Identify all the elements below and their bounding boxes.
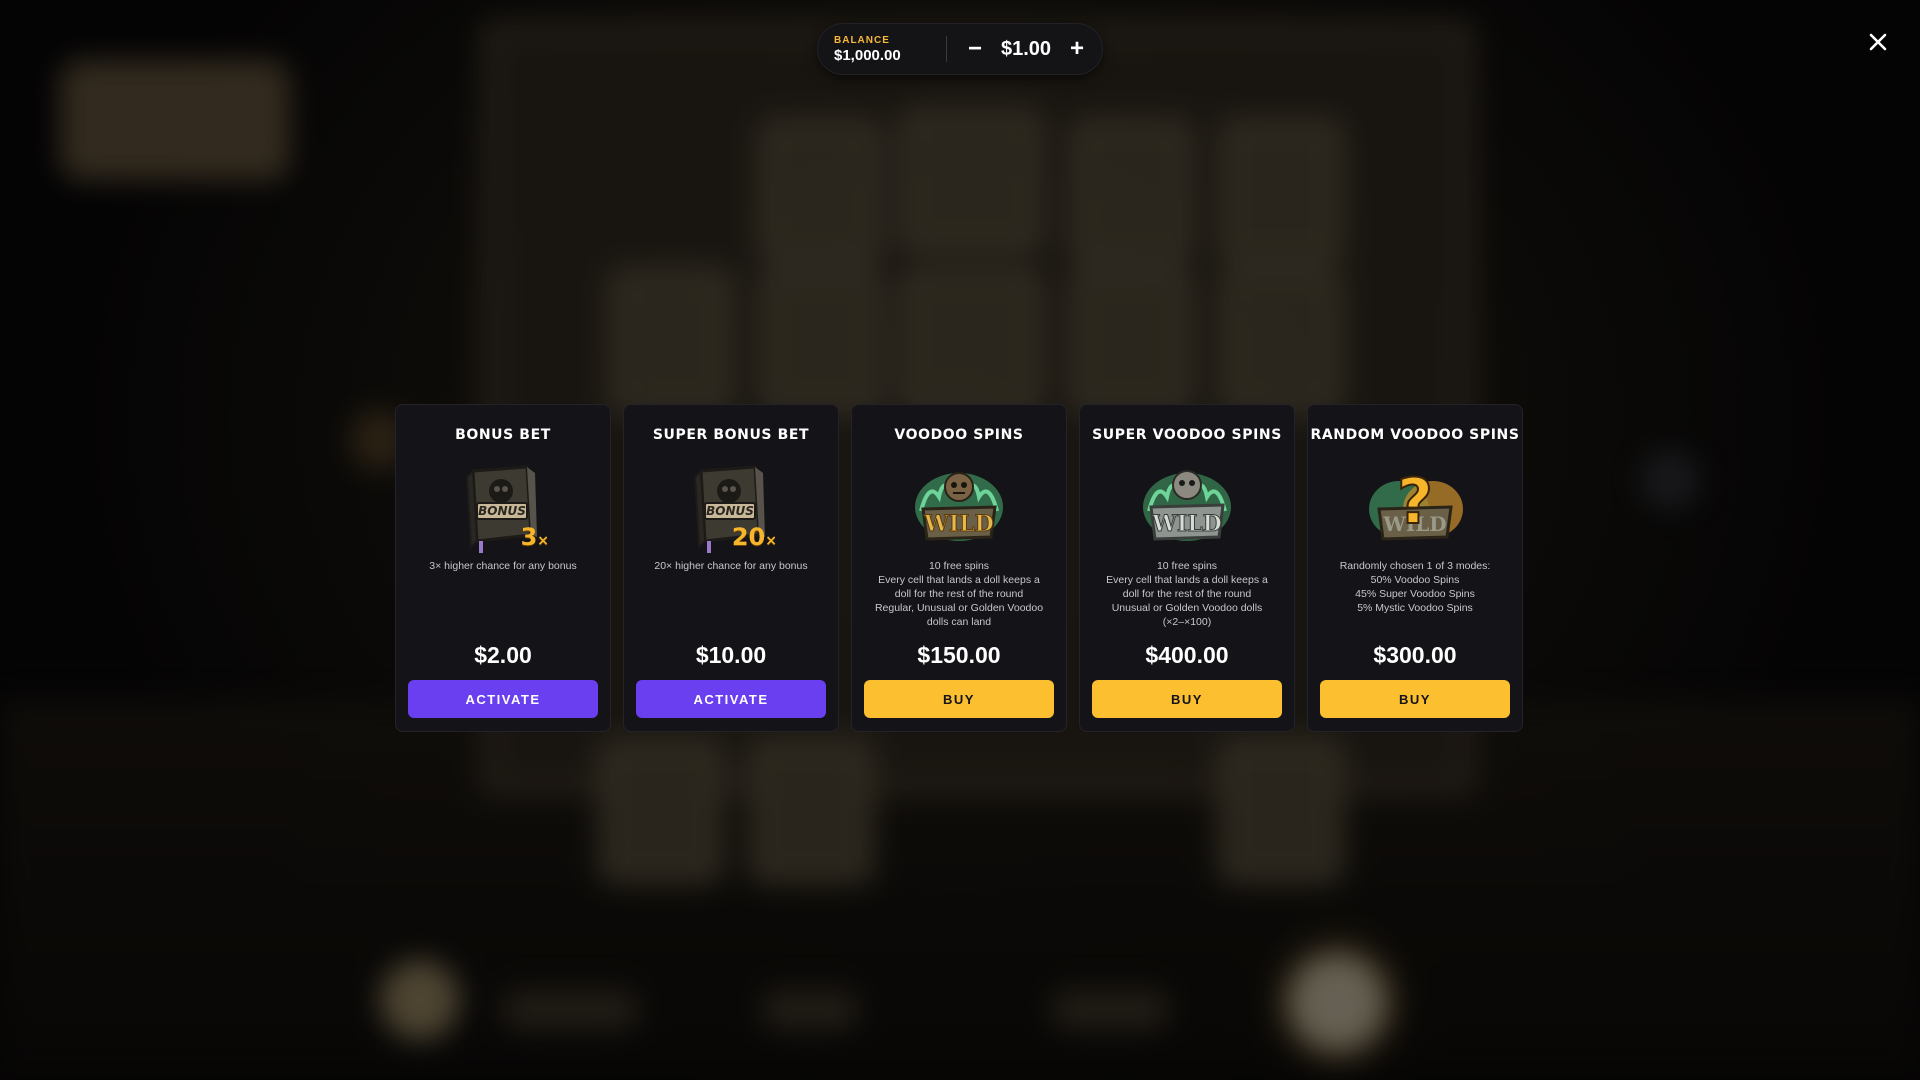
svg-text:?: ? [1397, 465, 1433, 538]
close-icon [1869, 33, 1887, 51]
balance-value: $1,000.00 [834, 46, 901, 64]
card-bonus-bet: BONUS BET BONUS 3× 3× higher chance for … [395, 404, 611, 732]
card-title: SUPER VOODOO SPINS [1092, 427, 1282, 443]
description-line: Every cell that lands a doll keeps a [878, 574, 1040, 586]
card-price: $2.00 [474, 642, 532, 668]
bet-amount: $1.00 [1000, 37, 1052, 60]
card-random-voodoo-spins: RANDOM VOODOO SPINS WILD ? Randomly chos… [1307, 404, 1523, 732]
bet-control-bar: BALANCE $1,000.00 − $1.00 + [818, 24, 1102, 74]
card-voodoo-spins: VOODOO SPINS WILD 10 free spins Every ce… [851, 404, 1067, 732]
random-voodoo-wild-icon: WILD ? [1355, 457, 1475, 557]
card-description: 3× higher chance for any bonus [405, 559, 601, 573]
balance-display: BALANCE $1,000.00 [834, 35, 934, 64]
svg-text:BONUS: BONUS [706, 504, 754, 518]
card-title: RANDOM VOODOO SPINS [1310, 427, 1520, 443]
card-price: $150.00 [917, 642, 1001, 668]
card-title: BONUS BET [455, 427, 551, 443]
activate-bonus-bet-button[interactable]: ACTIVATE [408, 680, 598, 718]
card-super-voodoo-spins: SUPER VOODOO SPINS WILD 10 free spins Ev… [1079, 404, 1295, 732]
bonus-buy-cards: BONUS BET BONUS 3× 3× higher chance for … [395, 404, 1523, 732]
bonus-book-icon: BONUS 3× [443, 457, 563, 557]
description-line: 20× higher chance for any bonus [654, 560, 808, 572]
card-description: 10 free spins Every cell that lands a do… [1089, 559, 1285, 629]
voodoo-wild-icon: WILD [899, 457, 1019, 557]
description-line: (×2–×100) [1162, 616, 1212, 628]
card-description: 20× higher chance for any bonus [633, 559, 829, 573]
description-line: Randomly chosen 1 of 3 modes: [1339, 560, 1491, 572]
buy-random-voodoo-spins-button[interactable]: BUY [1320, 680, 1510, 718]
divider [946, 36, 947, 62]
activate-super-bonus-bet-button[interactable]: ACTIVATE [636, 680, 826, 718]
description-line: doll for the rest of the round [894, 588, 1024, 600]
description-line: Every cell that lands a doll keeps a [1106, 574, 1268, 586]
card-super-bonus-bet: SUPER BONUS BET BONUS 20× 20× higher cha… [623, 404, 839, 732]
game-stage: BALANCE $1,000.00 − $1.00 + BONUS BET BO… [0, 0, 1920, 1080]
balance-label: BALANCE [834, 34, 890, 46]
svg-text:BONUS: BONUS [478, 504, 526, 518]
description-line: Regular, Unusual or Golden Voodoo [874, 602, 1044, 614]
description-line: dolls can land [926, 616, 992, 628]
description-line: 3× higher chance for any bonus [429, 560, 577, 572]
buy-voodoo-spins-button[interactable]: BUY [864, 680, 1054, 718]
card-description: Randomly chosen 1 of 3 modes: 50% Voodoo… [1317, 559, 1513, 615]
bonus-book-icon: BONUS 20× [671, 457, 791, 557]
close-button[interactable] [1862, 26, 1894, 58]
card-title: SUPER BONUS BET [652, 427, 810, 443]
svg-text:WILD: WILD [923, 511, 994, 537]
description-line: 45% Super Voodoo Spins [1355, 588, 1475, 600]
description-line: doll for the rest of the round [1122, 588, 1252, 600]
svg-text:WILD: WILD [1151, 511, 1222, 537]
description-line: 5% Mystic Voodoo Spins [1357, 602, 1473, 614]
decrease-bet-button[interactable]: − [959, 33, 991, 65]
increase-bet-button[interactable]: + [1061, 33, 1093, 65]
multiplier-badge: 3× [520, 523, 549, 551]
card-price: $300.00 [1373, 642, 1457, 668]
card-description: 10 free spins Every cell that lands a do… [861, 559, 1057, 629]
description-line: 50% Voodoo Spins [1370, 574, 1460, 586]
card-title: VOODOO SPINS [894, 427, 1024, 443]
card-price: $10.00 [695, 642, 767, 668]
multiplier-badge: 20× [731, 523, 777, 551]
description-line: Unusual or Golden Voodoo dolls [1111, 602, 1263, 614]
description-line: 10 free spins [1156, 560, 1218, 572]
description-line: 10 free spins [928, 560, 990, 572]
card-price: $400.00 [1145, 642, 1229, 668]
super-voodoo-wild-icon: WILD [1127, 457, 1247, 557]
buy-super-voodoo-spins-button[interactable]: BUY [1092, 680, 1282, 718]
